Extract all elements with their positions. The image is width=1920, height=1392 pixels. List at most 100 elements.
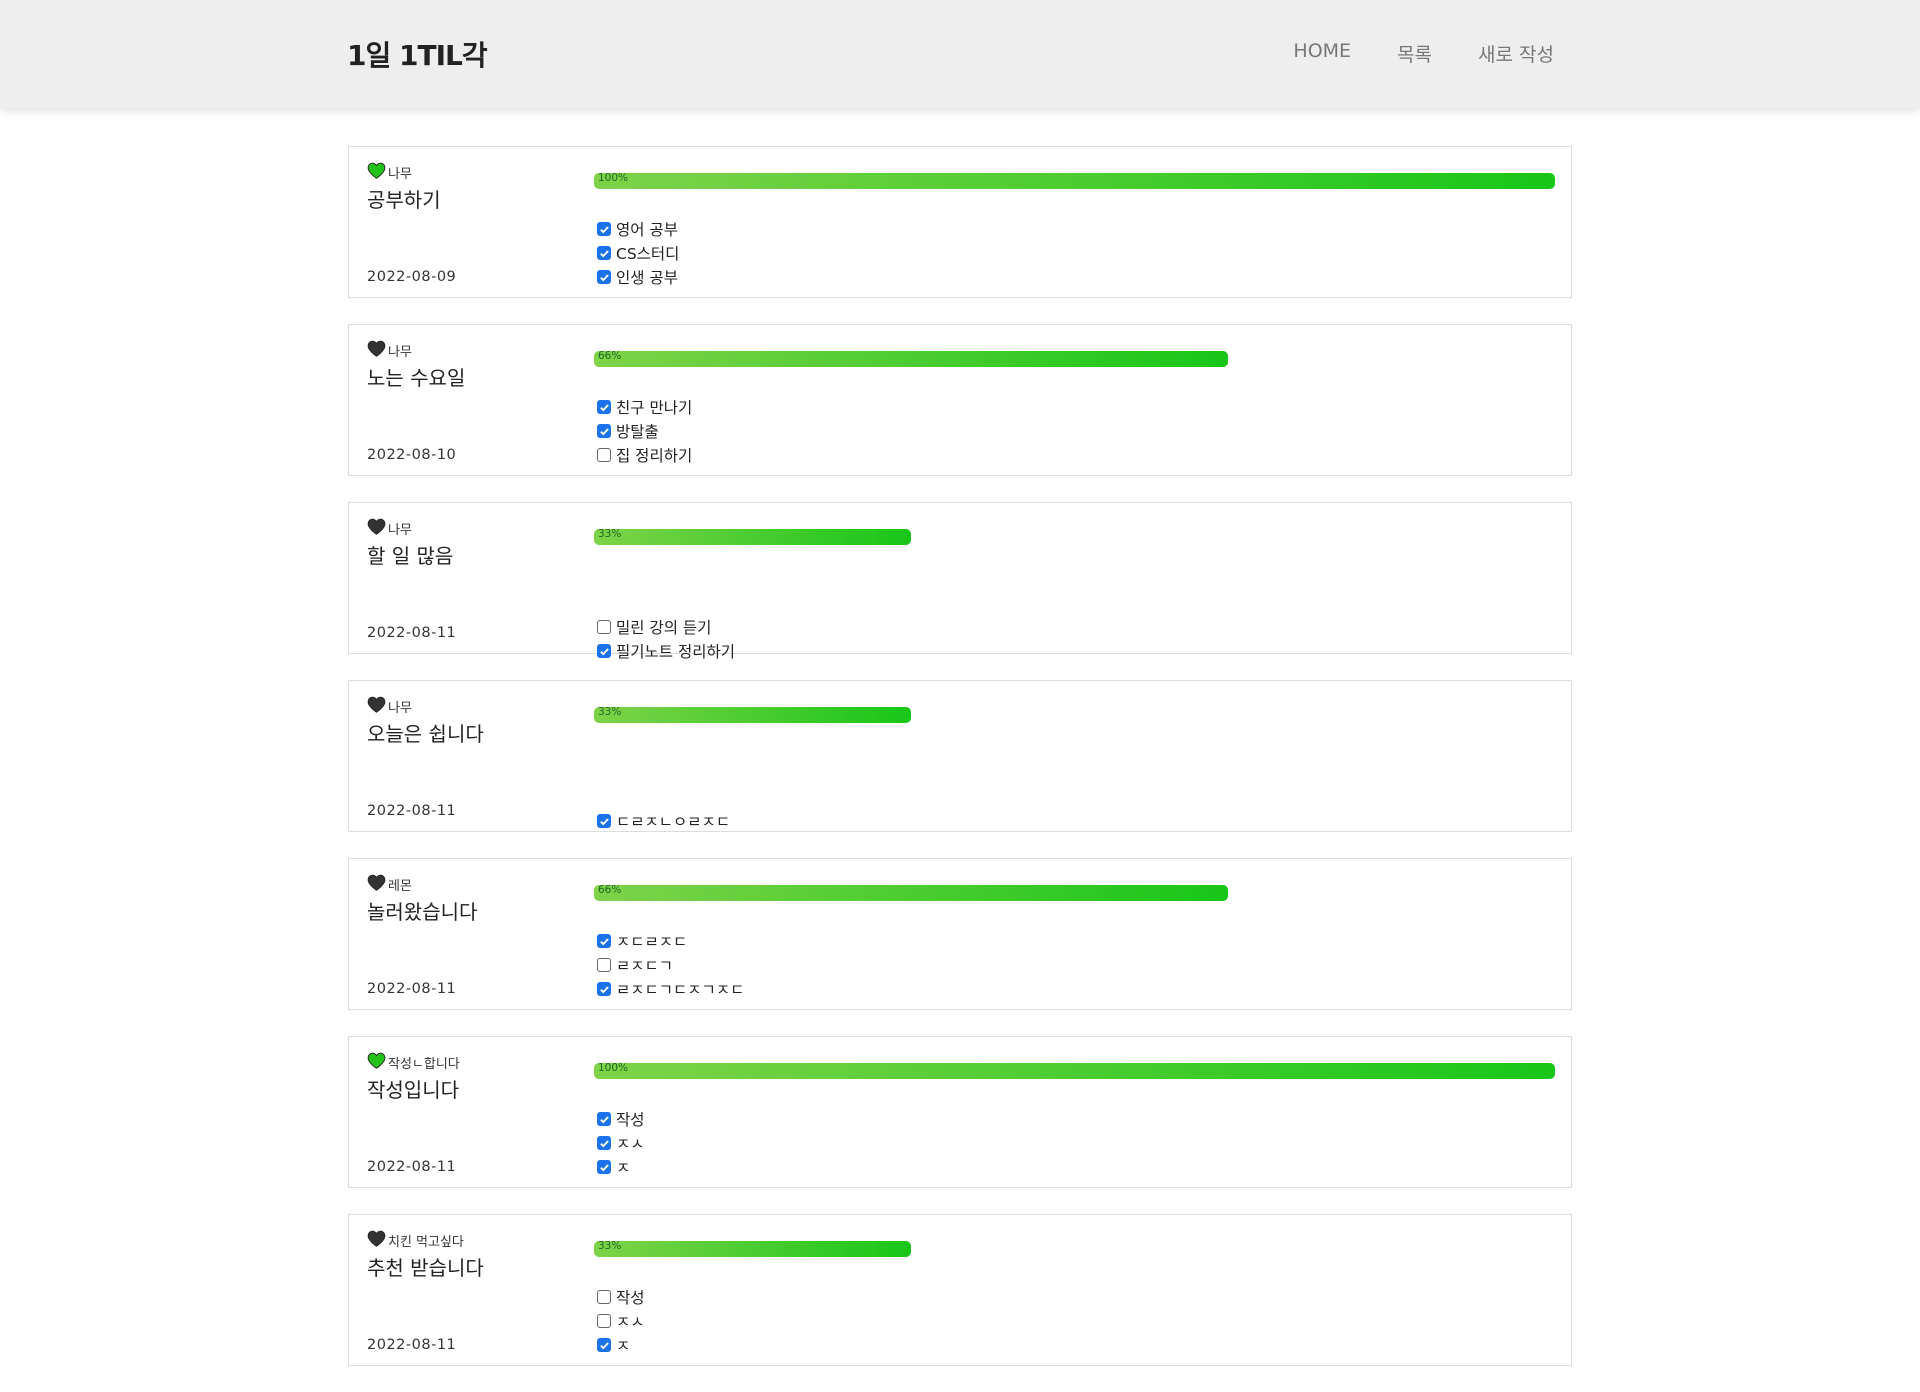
post-date: 2022-08-11 bbox=[367, 1159, 457, 1175]
todo-text: 집 정리하기 bbox=[616, 447, 693, 465]
progress-label: 33% bbox=[598, 1240, 622, 1252]
post-category: 나무 bbox=[367, 518, 567, 538]
progress-label: 33% bbox=[598, 528, 622, 540]
progress-label: 66% bbox=[598, 884, 622, 896]
todo-text: 방탈출 bbox=[616, 423, 659, 441]
post-card[interactable]: 작성ㄴ합니다 작성입니다 2022-08-11 100% 작성 ㅈㅅㅈ bbox=[348, 1036, 1572, 1188]
post-meta: 나무노는 수요일 bbox=[367, 340, 567, 391]
post-card[interactable]: 나무 오늘은 쉽니다 2022-08-11 33% ㄷㄹㅈㄴㅇㄹㅈㄷ bbox=[348, 680, 1572, 832]
checkbox-checked[interactable] bbox=[597, 424, 611, 438]
progress-fill: 33% bbox=[594, 1240, 912, 1257]
progress-fill: 33% bbox=[594, 528, 912, 545]
post-card[interactable]: 레몬 놀러왔습니다 2022-08-11 66% ㅈㄷㄹㅈㄷ ㄹㅈㄷㄱ ㄹㅈㄷㄱㄷㅈㄱㅈㄷ bbox=[348, 858, 1572, 1010]
checkbox-checked[interactable] bbox=[597, 982, 611, 996]
post-date: 2022-08-11 bbox=[367, 803, 457, 819]
post-title[interactable]: 노는 수요일 bbox=[367, 362, 567, 391]
todo-item: 친구 만나기 bbox=[597, 395, 692, 419]
checkbox-checked[interactable] bbox=[597, 270, 611, 284]
todo-list: 작성 ㅈㅅㅈ bbox=[597, 1107, 645, 1179]
checkbox-checked[interactable] bbox=[597, 246, 611, 260]
nav-list-link[interactable]: 목록 bbox=[1397, 40, 1432, 67]
todo-item: 작성 bbox=[597, 1285, 645, 1309]
post-meta: 나무 공부하기 bbox=[367, 162, 567, 213]
checkbox-unchecked[interactable] bbox=[597, 1290, 611, 1304]
todo-item: ㅈㅅ bbox=[597, 1309, 645, 1333]
post-card[interactable]: 나무 노는 수요일 2022-08-10 66% 친구 만나기 방탈출 집 정리하기 bbox=[348, 324, 1572, 476]
main-nav: HOME 목록 새로 작성 bbox=[1293, 40, 1554, 67]
checkbox-checked[interactable] bbox=[597, 644, 611, 658]
todo-text: ㄷㄹㅈㄴㅇㄹㅈㄷ bbox=[616, 813, 731, 831]
post-category-label: 나무 bbox=[388, 344, 412, 360]
post-title[interactable]: 놀러왔습니다 bbox=[367, 896, 567, 925]
site-logo[interactable]: 1일 1TIL각 bbox=[347, 34, 488, 74]
progress-label: 33% bbox=[598, 706, 622, 718]
progress-label: 100% bbox=[598, 172, 629, 184]
progress-bar: 100% bbox=[594, 1062, 1555, 1079]
nav-new-post-link[interactable]: 새로 작성 bbox=[1478, 40, 1554, 67]
post-title[interactable]: 오늘은 쉽니다 bbox=[367, 718, 567, 747]
post-category: 레몬 bbox=[367, 874, 567, 894]
checkbox-checked[interactable] bbox=[597, 934, 611, 948]
todo-item: 집 정리하기 bbox=[597, 443, 692, 467]
checkbox-unchecked[interactable] bbox=[597, 620, 611, 634]
todo-item: ㅈ bbox=[597, 1155, 645, 1179]
todo-item: 방탈출 bbox=[597, 419, 692, 443]
todo-item: ㄹㅈㄷㄱ bbox=[597, 953, 744, 977]
todo-text: ㅈㅅ bbox=[616, 1135, 645, 1153]
progress-bar: 33% bbox=[594, 706, 1555, 723]
checkbox-unchecked[interactable] bbox=[597, 958, 611, 972]
progress-fill: 33% bbox=[594, 706, 912, 723]
progress-fill: 100% bbox=[594, 172, 1555, 189]
post-card[interactable]: 나무 할 일 많음 2022-08-11 33% 밀린 강의 듣기 필기노트 정리하기 bbox=[348, 502, 1572, 661]
post-category: 치킨 먹고싶다 bbox=[367, 1230, 567, 1250]
todo-item: ㅈㄷㄹㅈㄷ bbox=[597, 929, 744, 953]
todo-text: 영어 공부 bbox=[616, 221, 678, 239]
todo-item: 작성 bbox=[597, 1107, 645, 1131]
todo-item: CS스터디 bbox=[597, 241, 679, 265]
progress-fill: 66% bbox=[594, 884, 1229, 901]
post-category: 나무 bbox=[367, 696, 567, 716]
checkmark-icon bbox=[599, 1163, 609, 1171]
checkmark-icon bbox=[599, 1139, 609, 1147]
todo-item: 밀린 강의 듣기 bbox=[597, 615, 735, 639]
todo-text: ㅈ bbox=[616, 1159, 631, 1177]
progress-bar: 33% bbox=[594, 1240, 1555, 1257]
checkbox-checked[interactable] bbox=[597, 1136, 611, 1150]
checkmark-icon bbox=[599, 647, 609, 655]
todo-list: 영어 공부 CS스터디 인생 공부 bbox=[597, 217, 679, 289]
post-date: 2022-08-11 bbox=[367, 1337, 457, 1353]
post-category-label: 레몬 bbox=[388, 878, 412, 894]
todo-text: ㅈㅅ bbox=[616, 1313, 645, 1331]
post-date: 2022-08-10 bbox=[367, 447, 457, 463]
checkbox-checked[interactable] bbox=[597, 400, 611, 414]
post-meta: 치킨 먹고싶다추천 받습니다 bbox=[367, 1230, 567, 1281]
checkbox-checked[interactable] bbox=[597, 222, 611, 236]
nav-home-link[interactable]: HOME bbox=[1293, 40, 1351, 67]
todo-text: ㄹㅈㄷㄱ bbox=[616, 957, 674, 975]
post-category-label: 치킨 먹고싶다 bbox=[388, 1234, 464, 1250]
post-title[interactable]: 할 일 많음 bbox=[367, 540, 567, 569]
checkbox-unchecked[interactable] bbox=[597, 448, 611, 462]
todo-list: 친구 만나기방탈출집 정리하기 bbox=[597, 395, 692, 467]
post-title[interactable]: 공부하기 bbox=[367, 184, 567, 213]
checkbox-unchecked[interactable] bbox=[597, 1314, 611, 1328]
checkbox-checked[interactable] bbox=[597, 1160, 611, 1174]
todo-text: 밀린 강의 듣기 bbox=[616, 619, 712, 637]
checkbox-checked[interactable] bbox=[597, 814, 611, 828]
post-title[interactable]: 추천 받습니다 bbox=[367, 1252, 567, 1281]
post-date: 2022-08-09 bbox=[367, 269, 457, 285]
checkbox-checked[interactable] bbox=[597, 1112, 611, 1126]
post-meta: 레몬놀러왔습니다 bbox=[367, 874, 567, 925]
todo-list: ㄷㄹㅈㄴㅇㄹㅈㄷ bbox=[597, 809, 730, 833]
checkmark-icon bbox=[599, 1115, 609, 1123]
checkmark-icon bbox=[599, 937, 609, 945]
post-date: 2022-08-11 bbox=[367, 625, 457, 641]
post-card[interactable]: 나무 공부하기 2022-08-09 100% 영어 공부 CS스터디 인생 공부 bbox=[348, 146, 1572, 298]
post-date: 2022-08-11 bbox=[367, 981, 457, 997]
checkbox-checked[interactable] bbox=[597, 1338, 611, 1352]
post-card[interactable]: 치킨 먹고싶다 추천 받습니다 2022-08-11 33% 작성 ㅈㅅㅈ bbox=[348, 1214, 1572, 1366]
checkmark-icon bbox=[599, 985, 609, 993]
progress-bar: 66% bbox=[594, 884, 1555, 901]
post-meta: 나무 할 일 많음 bbox=[367, 518, 567, 569]
post-title[interactable]: 작성입니다 bbox=[367, 1074, 567, 1103]
